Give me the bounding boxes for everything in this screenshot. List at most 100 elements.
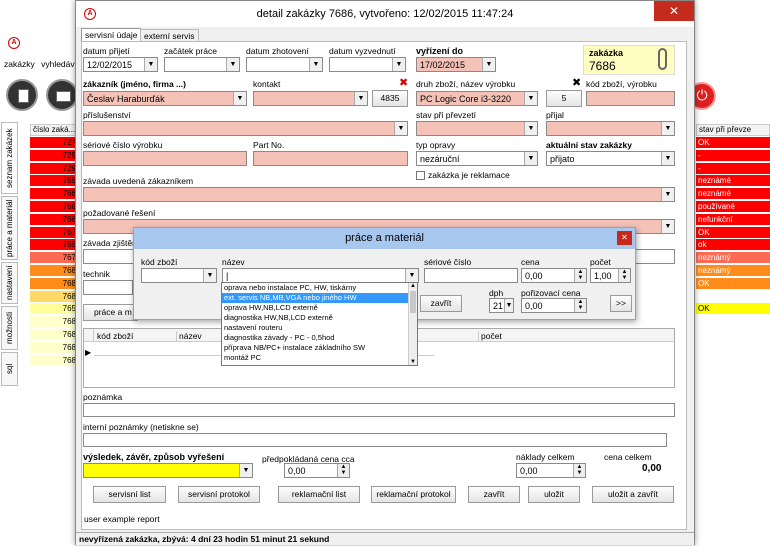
list-item[interactable]: nastavení routeru: [222, 323, 417, 333]
right-table-header[interactable]: stav při převze: [696, 124, 770, 136]
chevron-down-icon[interactable]: ▼: [524, 122, 537, 135]
tab-servisni-udaje[interactable]: servisní údaje: [81, 28, 142, 42]
calendar-dropdown-icon[interactable]: ▼: [309, 58, 322, 71]
popup-nazev-input[interactable]: | ▼: [222, 268, 419, 283]
chevron-down-icon[interactable]: ▼: [354, 92, 367, 105]
scroll-up-icon[interactable]: ▲: [409, 283, 417, 289]
servisni-protokol-button[interactable]: servisní protokol: [178, 486, 260, 503]
spinner-icon[interactable]: ▲ ▼: [573, 464, 585, 477]
table-row[interactable]: neznámý: [696, 265, 770, 277]
kod-zbozi-input[interactable]: [586, 91, 675, 106]
popup-kod-select[interactable]: ▼: [141, 268, 217, 283]
spinner-icon[interactable]: ▲ ▼: [574, 299, 586, 312]
prace-material-button[interactable]: práce a m: [83, 304, 138, 321]
table-row[interactable]: 765: [30, 303, 78, 316]
prijal-input[interactable]: ▼: [546, 121, 675, 136]
table-row[interactable]: [696, 329, 770, 341]
chevron-down-icon[interactable]: ▼: [524, 92, 537, 105]
interni-input[interactable]: [83, 433, 667, 447]
table-row[interactable]: OK: [696, 277, 770, 290]
chevron-down-icon[interactable]: ▼: [405, 269, 418, 282]
popup-porizovaci-input[interactable]: 0,00 ▲ ▼: [521, 298, 587, 313]
table-row[interactable]: 768: [30, 290, 78, 303]
table-row[interactable]: -: [696, 149, 770, 162]
typ-opravy-select[interactable]: nezáruční ▼: [416, 151, 538, 166]
table-row[interactable]: používané: [696, 201, 770, 213]
spinner-icon[interactable]: ▲ ▼: [574, 269, 586, 282]
chevron-down-icon[interactable]: ▼: [661, 152, 674, 165]
left-table-header[interactable]: číslo zaká...: [30, 124, 77, 136]
zavrit-button[interactable]: zavřít: [468, 486, 520, 503]
list-item[interactable]: diagnostika HW,NB,LCD externě: [222, 313, 417, 323]
table-row[interactable]: 768: [30, 277, 78, 290]
list-item[interactable]: příprava NB/PC+ instalace základního SW: [222, 343, 417, 353]
list-item[interactable]: diagnostika závady - PC - 0,5hod: [222, 333, 417, 343]
table-row[interactable]: 767: [30, 226, 78, 239]
table-row[interactable]: 768: [30, 329, 78, 341]
druh-input[interactable]: PC Logic Core i3-3220 ▼: [416, 91, 538, 106]
reklamacni-protokol-button[interactable]: reklamační protokol: [371, 486, 456, 503]
popup-pocet-input[interactable]: 1,00 ▲ ▼: [590, 268, 631, 283]
popup-seriove-input[interactable]: [424, 268, 518, 283]
user-report-link[interactable]: user example report: [84, 514, 160, 524]
table-row[interactable]: neznámé: [696, 188, 770, 201]
calendar-dropdown-icon[interactable]: ▼: [482, 58, 495, 71]
popup-dph-input[interactable]: 21 ▼: [489, 298, 514, 313]
technik-select[interactable]: [83, 280, 133, 295]
table-row[interactable]: 768: [30, 316, 78, 329]
calendar-dropdown-icon[interactable]: ▼: [226, 58, 239, 71]
list-item[interactable]: oprava HW,NB,LCD externě: [222, 303, 417, 313]
druh-number-button[interactable]: 5: [546, 90, 582, 107]
ulozit-button[interactable]: uložit: [528, 486, 580, 503]
scroll-thumb[interactable]: [410, 291, 416, 313]
close-icon[interactable]: ✕: [654, 1, 694, 21]
chevron-down-icon[interactable]: ▼: [239, 464, 252, 477]
table-row[interactable]: neznámý: [696, 252, 770, 265]
chevron-down-icon[interactable]: ▼: [504, 299, 513, 312]
checkbox-icon[interactable]: [416, 171, 425, 181]
grid-col-kod[interactable]: kód zboží: [97, 331, 133, 341]
zavada-input[interactable]: ▼: [83, 187, 675, 202]
vtab-sql[interactable]: sql: [1, 352, 18, 386]
table-row[interactable]: -: [696, 162, 770, 175]
vyrizeni-do-input[interactable]: 17/02/2015 ▼: [416, 57, 496, 72]
menu-vyhledavani[interactable]: vyhledáv: [41, 59, 75, 69]
grid-col-pocet[interactable]: počet: [478, 331, 502, 341]
list-item[interactable]: ext. servis NB,MB,VGA nebo jiného HW: [222, 293, 417, 303]
chevron-down-icon[interactable]: ▼: [661, 220, 674, 233]
aktualni-stav-select[interactable]: přijato ▼: [546, 151, 675, 166]
table-row[interactable]: 729: [30, 149, 78, 162]
popup-cena-input[interactable]: 0,00 ▲ ▼: [521, 268, 587, 283]
table-row[interactable]: 765: [30, 175, 78, 188]
vtab-prace-material[interactable]: práce a materiál: [1, 196, 18, 260]
stav-prevzeti-input[interactable]: ▼: [416, 121, 538, 136]
naklady-input[interactable]: 0,00 ▲ ▼: [516, 463, 586, 478]
folder-toolbar-icon[interactable]: [46, 79, 78, 111]
vtab-moznosti[interactable]: možnosti: [1, 306, 18, 350]
table-row[interactable]: 768: [30, 354, 78, 367]
datum-vyzvednuti-input[interactable]: ▼: [329, 57, 406, 72]
table-row[interactable]: OK: [696, 303, 770, 316]
paperclip-icon[interactable]: [658, 48, 667, 70]
chevron-down-icon[interactable]: ▼: [661, 122, 674, 135]
dropdown-scrollbar[interactable]: ▲ ▼: [408, 283, 417, 365]
table-row[interactable]: 767: [30, 252, 78, 265]
table-row[interactable]: ok: [696, 239, 770, 252]
chevron-down-icon[interactable]: ▼: [203, 269, 216, 282]
popup-next-button[interactable]: >>: [610, 295, 632, 312]
chevron-down-icon[interactable]: ▼: [524, 152, 537, 165]
kontakt-number-button[interactable]: 4835: [372, 90, 408, 107]
reklamacni-list-button[interactable]: reklamační list: [278, 486, 360, 503]
table-row[interactable]: nefunkční: [696, 213, 770, 226]
table-row[interactable]: [696, 316, 770, 329]
servisni-list-button[interactable]: servisní list: [93, 486, 166, 503]
table-row[interactable]: OK: [696, 137, 770, 149]
reklamace-checkbox[interactable]: zakázka je reklamace: [416, 170, 510, 181]
chevron-down-icon[interactable]: ▼: [661, 188, 674, 201]
datum-zhotoveni-input[interactable]: ▼: [246, 57, 323, 72]
chevron-down-icon[interactable]: ▼: [394, 122, 407, 135]
clear-product-icon[interactable]: ✖: [572, 76, 581, 89]
table-row[interactable]: 765: [30, 239, 78, 252]
popup-zavrit-button[interactable]: zavřít: [420, 295, 462, 312]
list-item[interactable]: oprava nebo instalace PC, HW, tiskárny: [222, 283, 417, 293]
